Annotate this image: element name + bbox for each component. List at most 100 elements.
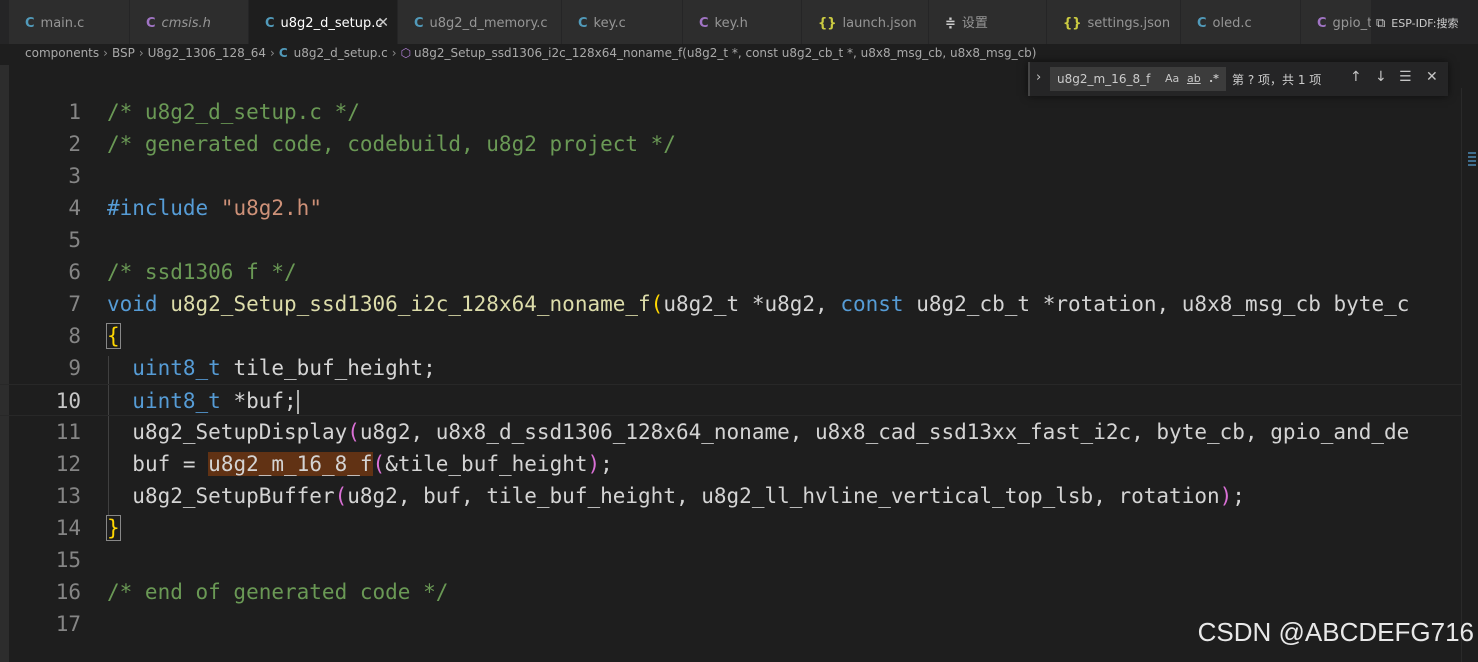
- vertical-scrollbar[interactable]: [1461, 88, 1478, 662]
- code-line: 7 void u8g2_Setup_ssd1306_i2c_128x64_nona…: [0, 288, 1462, 320]
- param: byte_c: [1333, 292, 1410, 316]
- code-line: 2 /* generated code, codebuild, u8g2 proj…: [0, 128, 1462, 160]
- line-number: 6: [68, 260, 81, 284]
- type: uint8_t: [132, 389, 221, 413]
- h-file-icon: C: [1317, 16, 1327, 31]
- operator: =: [170, 452, 209, 476]
- code-line: 13 u8g2_SetupBuffer(u8g2, buf, tile_buf_…: [0, 480, 1462, 512]
- regex-icon[interactable]: .*: [1209, 72, 1219, 85]
- code-line: 3: [0, 160, 1462, 192]
- minimap-preview: [1468, 152, 1476, 182]
- find-input[interactable]: [1057, 70, 1157, 88]
- code-line: 6 /* ssd1306 f */: [0, 256, 1462, 288]
- find-in-selection-icon[interactable]: ☰: [1399, 69, 1412, 85]
- tab-launch-json[interactable]: {} launch.json: [802, 0, 929, 44]
- tab-key-h[interactable]: Ckey.h: [683, 0, 802, 44]
- chevron-right-icon: ›: [270, 46, 275, 60]
- previous-match-arrow-icon[interactable]: ↑: [1350, 69, 1362, 85]
- current-code-line: 10 uint8_t *buf;: [0, 384, 1462, 416]
- line-number: 2: [68, 132, 81, 156]
- tab-label: settings.json: [1087, 16, 1171, 31]
- tab-label: 设置: [961, 16, 988, 31]
- function-call: u8g2_SetupBuffer: [132, 484, 335, 508]
- tab-u8g2-d-setup-c[interactable]: Cu8g2_d_setup.c ✕: [249, 0, 398, 44]
- close-icon[interactable]: ✕: [1426, 69, 1438, 85]
- line-number: 15: [55, 548, 81, 572]
- function-name: u8g2_Setup_ssd1306_i2c_128x64_noname_f: [170, 292, 651, 316]
- chevron-right-icon: ›: [138, 46, 144, 60]
- chevron-right-icon: ›: [103, 46, 108, 60]
- c-file-icon: C: [578, 16, 588, 31]
- tab-label: u8g2_d_memory.c: [429, 16, 548, 31]
- c-file-icon: C: [1197, 16, 1207, 31]
- keyword: const: [840, 292, 904, 316]
- breadcrumb-item[interactable]: components: [25, 46, 99, 60]
- type: uint8_t: [132, 356, 221, 380]
- tab-label: key.h: [714, 16, 748, 31]
- esp-idf-label[interactable]: ESP-IDF:: [1391, 17, 1436, 30]
- tab-cmsis-h[interactable]: Ccmsis.h: [130, 0, 249, 44]
- next-match-arrow-icon[interactable]: ↓: [1375, 69, 1387, 85]
- variable: buf: [132, 452, 171, 476]
- code-editor[interactable]: 1 /* u8g2_d_setup.c */ 2 /* generated code…: [0, 88, 1462, 662]
- line-number: 16: [55, 580, 81, 604]
- tab-settings-json[interactable]: {} settings.json: [1047, 0, 1181, 44]
- breadcrumb-symbol[interactable]: u8g2_Setup_ssd1306_i2c_128x64_noname_f(u…: [414, 46, 1036, 60]
- c-file-icon: C: [265, 16, 275, 31]
- tab-label: main.c: [40, 16, 85, 31]
- code-line: 11 u8g2_SetupDisplay(u8g2, u8x8_d_ssd130…: [0, 416, 1462, 448]
- breadcrumb-item[interactable]: U8g2_1306_128_64: [148, 46, 266, 60]
- breadcrumb-file[interactable]: u8g2_d_setup.c: [294, 46, 388, 60]
- line-number: 13: [55, 484, 81, 508]
- chevron-right-icon: ›: [391, 46, 397, 60]
- tab-settings-ui[interactable]: ≑ 设置: [929, 0, 1047, 44]
- type: u8g2_cb_t: [916, 292, 1031, 316]
- search-label[interactable]: 搜索: [1436, 17, 1458, 30]
- match-case-icon[interactable]: Aa: [1165, 72, 1179, 85]
- tab-label: launch.json: [842, 16, 917, 31]
- close-icon[interactable]: ✕: [377, 0, 389, 44]
- code-line: 4 #include "u8g2.h": [0, 192, 1462, 224]
- tab-gpio[interactable]: Cgpio_t: [1301, 0, 1372, 44]
- line-number: 11: [55, 420, 81, 444]
- line-number: 7: [68, 292, 81, 316]
- line-number: 1: [68, 100, 81, 124]
- c-file-icon: C: [414, 16, 424, 31]
- comment: /* ssd1306 f */: [107, 260, 297, 284]
- code-line: 16 /* end of generated code */: [0, 576, 1462, 608]
- close-brace: }: [106, 515, 121, 541]
- semicolon: ;: [1232, 484, 1245, 508]
- open-brace: {: [106, 323, 121, 349]
- code-line: 14}: [0, 512, 1462, 544]
- arguments: &tile_buf_height: [385, 452, 588, 476]
- line-number: 4: [68, 196, 81, 220]
- tab-u8g2-d-memory-c[interactable]: Cu8g2_d_memory.c: [398, 0, 562, 44]
- param: *rotation,: [1042, 292, 1170, 316]
- whole-word-icon[interactable]: ab: [1187, 72, 1201, 85]
- tab-label: key.c: [593, 16, 626, 31]
- arguments: u8g2, buf, tile_buf_height, u8g2_ll_hvli…: [347, 484, 1220, 508]
- editor-actions: ⧉ ESP-IDF:搜索: [1372, 0, 1478, 44]
- tab-label: gpio_t: [1332, 16, 1372, 31]
- breadcrumb-item[interactable]: BSP: [112, 46, 135, 60]
- line-number: 14: [55, 516, 81, 540]
- toggle-replace-chevron-icon[interactable]: ›: [1036, 70, 1041, 85]
- code-line: 12 buf = u8g2_m_16_8_f(&tile_buf_height)…: [0, 448, 1462, 480]
- comment: /* u8g2_d_setup.c */: [107, 100, 360, 124]
- h-file-icon: C: [146, 16, 156, 31]
- param: *u8g2,: [751, 292, 828, 316]
- text-cursor: [296, 390, 299, 414]
- json-file-icon: {}: [818, 16, 837, 31]
- type: u8g2_t: [663, 292, 740, 316]
- tab-key-c[interactable]: Ckey.c: [562, 0, 683, 44]
- function-call: u8g2_SetupDisplay: [132, 420, 348, 444]
- settings-icon: ≑: [945, 16, 956, 31]
- tab-oled-c[interactable]: Coled.c: [1181, 0, 1301, 44]
- tab-label: oled.c: [1212, 16, 1252, 31]
- tab-main-c[interactable]: Cmain.c: [9, 0, 130, 44]
- split-editor-icon[interactable]: ⧉: [1376, 16, 1385, 31]
- keyword: void: [107, 292, 158, 316]
- tab-label: u8g2_d_setup.c: [280, 16, 383, 31]
- watermark: CSDN @ABCDEFG716: [1197, 617, 1474, 647]
- comment: /* end of generated code */: [107, 580, 449, 604]
